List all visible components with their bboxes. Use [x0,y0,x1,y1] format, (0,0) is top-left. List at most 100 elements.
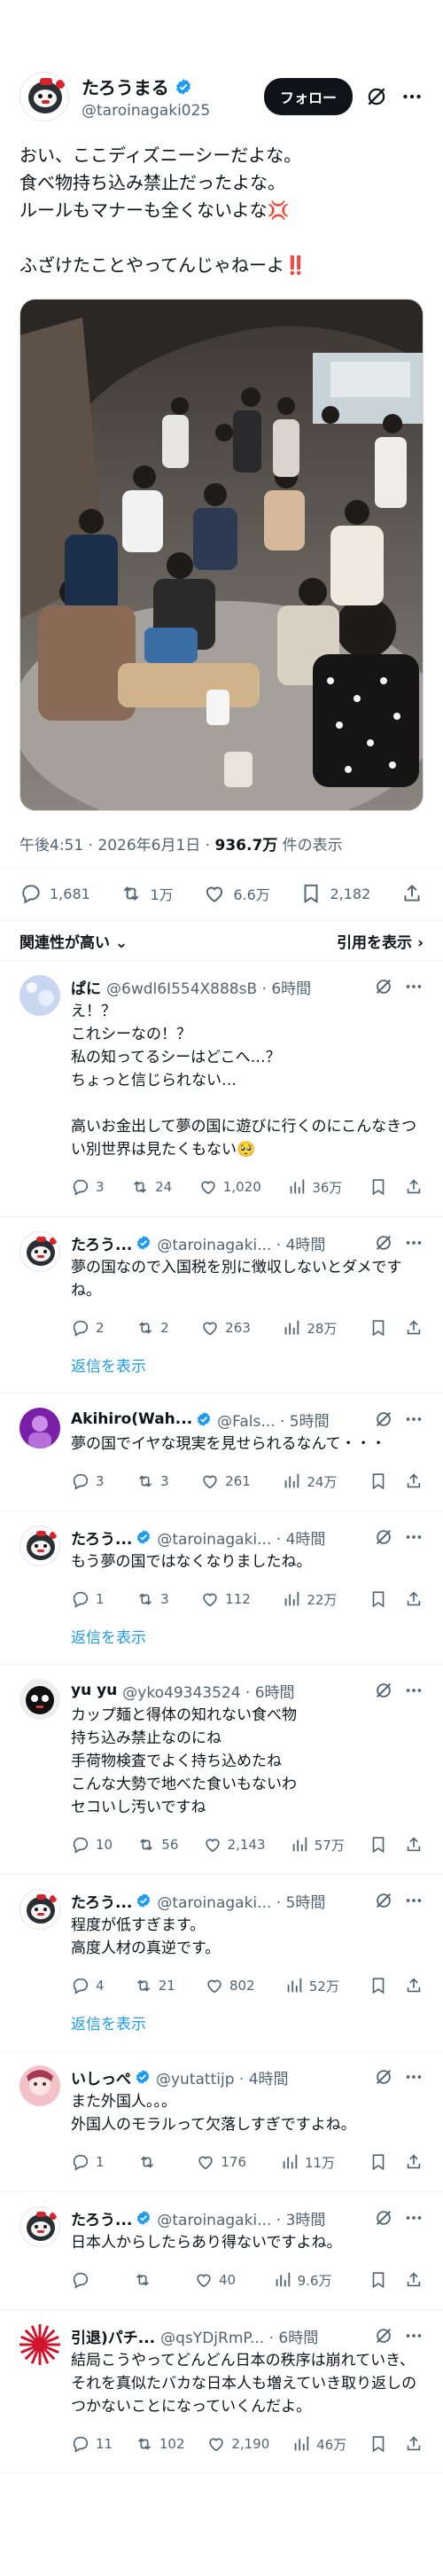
reply-like-action[interactable]: 40 [194,2270,236,2290]
share-icon[interactable] [404,2152,424,2172]
reply-views-action[interactable]: 28万 [282,1318,337,1338]
grok-icon[interactable] [374,1681,393,1700]
more-options-icon[interactable] [404,2326,424,2346]
reply-reply-action[interactable]: 2 [71,1318,105,1338]
reply-handle[interactable]: @qsYDjRmP... · 6時間 [160,2325,367,2347]
more-options-icon[interactable] [400,85,424,108]
reply-handle[interactable]: @Fals... · 5時間 [217,1409,367,1431]
like-stat[interactable]: 6.6万 [203,882,270,905]
sort-dropdown[interactable]: 関連性が高い ⌄ [19,930,128,952]
reply-display-name[interactable]: yu yu [71,1682,117,1699]
reply-reply-action[interactable]: 3 [71,1471,105,1491]
grok-icon[interactable] [365,85,388,108]
show-replies-link[interactable]: 返信を表示 [0,1341,443,1393]
reply-avatar[interactable] [19,2324,60,2365]
reply-like-action[interactable]: 112 [200,1589,251,1609]
reply-views-action[interactable]: 46万 [291,2434,346,2454]
reply-repost-action[interactable]: 21 [134,1976,175,1995]
reply-repost-action[interactable]: 2 [136,1318,169,1338]
more-options-icon[interactable] [404,1409,424,1429]
share-icon[interactable] [404,1589,424,1609]
post-photo[interactable] [19,299,424,811]
share-icon[interactable] [404,1177,424,1197]
reply-like-action[interactable]: 263 [200,1318,251,1338]
reply-reply-action[interactable]: 11 [71,2434,113,2454]
reply-handle[interactable]: @taroinagaki... · 5時間 [157,1890,367,1912]
more-options-icon[interactable] [404,1527,424,1547]
reply-like-action[interactable]: 261 [200,1471,251,1491]
reply-like-action[interactable]: 2,143 [203,1835,266,1854]
reply-display-name[interactable]: たろう... [71,1232,132,1254]
reply-avatar[interactable] [19,1408,60,1448]
reply-display-name[interactable]: たろう... [71,2207,132,2229]
reply-handle[interactable]: @taroinagaki... · 4時間 [157,1526,367,1549]
reply-reply-action[interactable]: 1 [71,2152,105,2172]
grok-icon[interactable] [374,1527,393,1547]
reply-avatar[interactable] [19,1889,60,1930]
reply-reply-action[interactable] [71,2270,96,2290]
bookmark-stat[interactable]: 2,182 [299,882,370,905]
reply-repost-action[interactable]: 3 [136,1589,169,1609]
grok-icon[interactable] [374,977,393,996]
share-stat[interactable] [400,882,424,905]
reply-item[interactable]: いしっぺ @yutattijp · 4時間 また外国人。。。 外国人のモラルって欠落… [0,2051,443,2192]
more-options-icon[interactable] [404,1891,424,1910]
reply-item[interactable]: 引退)パチ... @qsYDjRmP... · 6時間 結局こうやってどんどん日本の… [0,2310,443,2474]
bookmark-icon[interactable] [369,1471,388,1491]
grok-icon[interactable] [374,2067,393,2087]
reply-reply-action[interactable]: 3 [71,1177,105,1197]
view-quotes-link[interactable]: 引用を表示 › [337,930,424,952]
reply-avatar[interactable] [19,1526,60,1566]
grok-icon[interactable] [374,2208,393,2228]
author-avatar[interactable] [19,72,69,121]
reply-reply-action[interactable]: 4 [71,1976,105,1995]
reply-avatar[interactable] [19,1679,60,1720]
repost-stat[interactable]: 1万 [120,882,174,905]
reply-like-action[interactable]: 176 [196,2152,246,2172]
grok-icon[interactable] [374,2326,393,2346]
reply-item[interactable]: たろう... @taroinagaki... · 3時間 日本人からしたらあり得ない… [0,2192,443,2310]
author-display-name[interactable]: たろうまる [82,74,169,99]
bookmark-icon[interactable] [369,2434,388,2454]
share-icon[interactable] [404,2270,424,2290]
reply-display-name[interactable]: Akihiro(Wah... [71,1410,192,1428]
reply-item[interactable]: たろう... @taroinagaki... · 4時間 夢の国なので入国税を別に徴… [0,1217,443,1393]
reply-like-action[interactable]: 802 [205,1976,255,1995]
more-options-icon[interactable] [404,2067,424,2087]
reply-repost-action[interactable] [133,2270,158,2290]
reply-repost-action[interactable]: 56 [136,1835,178,1854]
reply-display-name[interactable]: たろう... [71,1526,132,1549]
reply-item[interactable]: ぱに @6wdl6I554X888sB · 6時間 え！？ これシーなの！？ 私の知… [0,961,443,1217]
reply-repost-action[interactable] [137,2152,162,2172]
reply-handle[interactable]: @taroinagaki... · 4時間 [157,1232,367,1254]
more-options-icon[interactable] [404,1233,424,1253]
reply-like-action[interactable]: 2,190 [206,2434,269,2454]
follow-button[interactable]: フォロー [263,78,353,115]
reply-item[interactable]: yu yu @yko49343524 · 6時間 カップ麺と得体の知れない食べ物 持… [0,1665,443,1875]
bookmark-icon[interactable] [369,1318,388,1338]
reply-handle[interactable]: @yutattijp · 4時間 [156,2066,367,2088]
reply-handle[interactable]: @6wdl6I554X888sB · 6時間 [106,976,367,998]
reply-views-action[interactable]: 22万 [282,1589,337,1609]
reply-reply-action[interactable]: 1 [71,1589,105,1609]
share-icon[interactable] [404,1318,424,1338]
share-icon[interactable] [404,2434,424,2454]
reply-avatar[interactable] [19,2206,60,2247]
post-timestamp[interactable]: 午後4:51 · 2026年6月1日 · [19,837,215,855]
grok-icon[interactable] [374,1891,393,1910]
show-replies-link[interactable]: 返信を表示 [0,1999,443,2050]
bookmark-icon[interactable] [369,1177,388,1197]
reply-stat[interactable]: 1,681 [19,882,90,905]
reply-views-action[interactable]: 57万 [290,1835,345,1854]
bookmark-icon[interactable] [369,1835,388,1854]
reply-item[interactable]: たろう... @taroinagaki... · 5時間 程度が低すぎます。 高度人… [0,1875,443,2051]
grok-icon[interactable] [374,1409,393,1429]
reply-avatar[interactable] [19,2065,60,2106]
reply-avatar[interactable] [19,1231,60,1272]
bookmark-icon[interactable] [369,1589,388,1609]
bookmark-icon[interactable] [369,2270,388,2290]
reply-like-action[interactable]: 1,020 [198,1177,261,1197]
reply-views-action[interactable]: 52万 [284,1976,339,1995]
bookmark-icon[interactable] [369,1976,388,1995]
reply-display-name[interactable]: たろう... [71,1890,132,1912]
